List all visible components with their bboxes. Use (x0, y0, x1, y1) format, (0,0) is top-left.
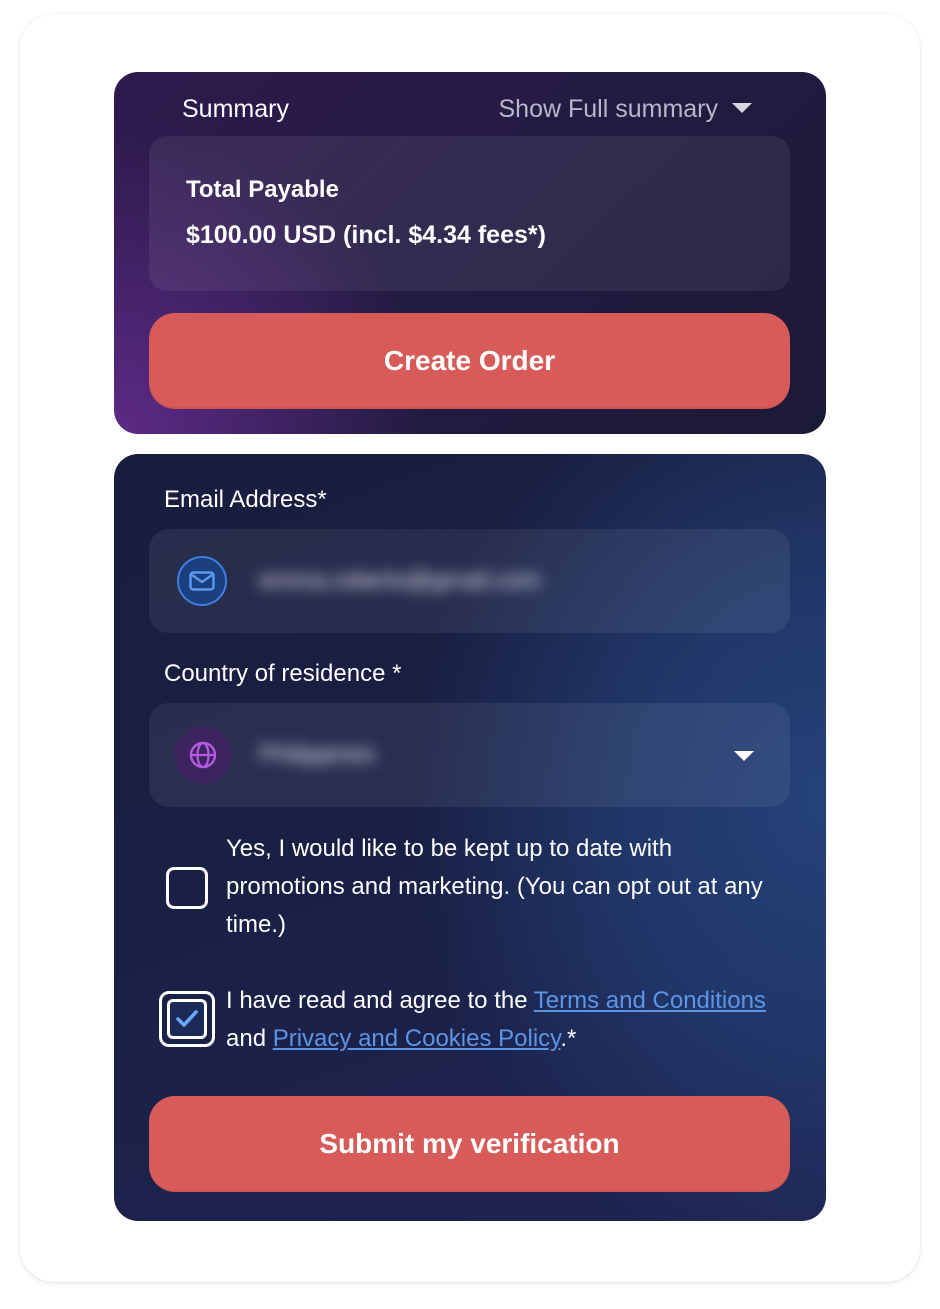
total-payable-amount: $100.00 USD (incl. $4.34 fees*) (186, 221, 546, 249)
terms-suffix: .* (560, 1025, 577, 1052)
privacy-policy-link[interactable]: Privacy and Cookies Policy (273, 1025, 561, 1052)
terms-prefix: I have read and agree to the (226, 987, 534, 1014)
verification-form-card: Email Address* emma.roberts@gmail.com Co… (114, 454, 826, 1221)
caret-down-icon (732, 103, 752, 114)
checkmark-icon (176, 1010, 198, 1027)
terms-and-conditions-link[interactable]: Terms and Conditions (534, 987, 766, 1014)
submit-verification-button[interactable]: Submit my verification (149, 1096, 790, 1192)
terms-middle: and (226, 1025, 273, 1052)
email-field[interactable]: emma.roberts@gmail.com (149, 529, 790, 633)
country-select[interactable]: Philippines (149, 703, 790, 807)
terms-checkbox[interactable] (159, 991, 215, 1047)
terms-checkbox-box (167, 999, 207, 1039)
summary-card: Summary Show Full summary Total Payable … (114, 72, 826, 434)
terms-consent-text: I have read and agree to the Terms and C… (226, 982, 786, 1058)
globe-icon (174, 726, 232, 784)
total-payable-label: Total Payable (186, 176, 339, 203)
create-order-button[interactable]: Create Order (149, 313, 790, 409)
show-full-summary-label: Show Full summary (498, 95, 719, 123)
email-label: Email Address* (164, 486, 327, 513)
summary-title: Summary (182, 95, 289, 123)
marketing-consent-text: Yes, I would like to be kept up to date … (226, 835, 763, 938)
mail-icon (177, 556, 227, 606)
total-payable-box: Total Payable $100.00 USD (incl. $4.34 f… (149, 136, 790, 291)
country-value: Philippines (259, 741, 376, 768)
country-label: Country of residence * (164, 660, 402, 687)
show-full-summary-toggle[interactable]: Show Full summary (498, 92, 752, 126)
marketing-checkbox[interactable] (166, 867, 208, 909)
email-value: emma.roberts@gmail.com (259, 567, 541, 594)
caret-down-icon[interactable] (734, 751, 754, 761)
summary-header: Summary Show Full summary (182, 92, 752, 126)
